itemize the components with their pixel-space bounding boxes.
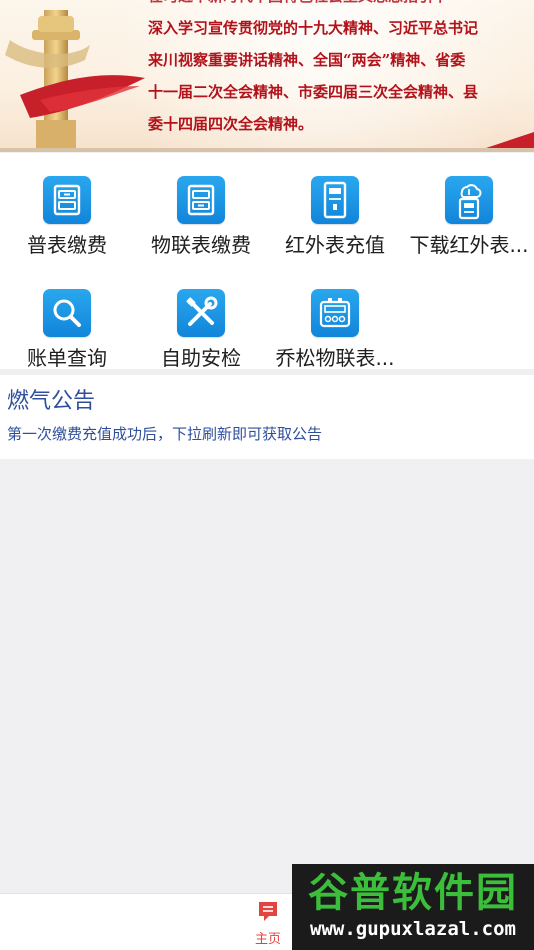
grid-item-label: 乔松物联表...	[275, 346, 395, 370]
banner-line: 深入学习宣传贯彻党的十九大精神、习近平总书记	[148, 19, 479, 37]
function-grid: 普表缴费 物联表缴费 红外表充值 下载红外表... 账单查询 自助安检 乔松物联…	[0, 153, 534, 370]
banner-line: 来川视察重要讲话精神、全国“两会”精神、省委	[148, 51, 466, 69]
banner-text: 在习近平新时代中国特色社会主义思想指引下 深入学习宣传贯彻党的十九大精神、习近平…	[148, 0, 528, 140]
tools-icon	[177, 289, 225, 337]
banner-line: 在习近平新时代中国特色社会主义思想指引下	[148, 0, 528, 12]
grid-item-label: 红外表充值	[285, 233, 385, 257]
cabinet-icon	[43, 176, 91, 224]
grid-item-regular-meter-payment[interactable]: 普表缴费	[0, 153, 134, 257]
grid-item-self-inspection[interactable]: 自助安检	[134, 266, 268, 370]
gas-meter-icon	[311, 289, 359, 337]
gas-notice-panel: 燃气公告 第一次缴费充值成功后，下拉刷新即可获取公告	[0, 375, 534, 459]
grid-item-label: 普表缴费	[27, 233, 107, 257]
notice-text: 第一次缴费充值成功后，下拉刷新即可获取公告	[7, 425, 323, 443]
watermark-logo: 谷普软件园 www.gupuxlazal.com	[292, 864, 534, 950]
grid-item-label: 物联表缴费	[151, 233, 251, 257]
banner-bottom-strip	[0, 148, 534, 152]
watermark-url: www.gupuxlazal.com	[310, 918, 516, 940]
iot-meter-icon	[177, 176, 225, 224]
notice-title: 燃气公告	[7, 389, 96, 414]
grid-item-iot-meter-payment[interactable]: 物联表缴费	[134, 153, 268, 257]
watermark-brand: 谷普软件园	[308, 870, 518, 916]
huabiao-column-graphic	[5, 10, 145, 152]
grid-item-label: 账单查询	[27, 346, 107, 370]
banner-image[interactable]: 在习近平新时代中国特色社会主义思想指引下 深入学习宣传贯彻党的十九大精神、习近平…	[0, 0, 534, 152]
grid-item-download-infrared-meter[interactable]: 下载红外表...	[402, 153, 534, 257]
banner-line: 十一届二次全会精神、市委四届三次全会精神、县	[148, 83, 479, 101]
infrared-meter-icon	[311, 176, 359, 224]
grid-item-label: 自助安检	[161, 346, 241, 370]
banner-line: 委十四届四次全会精神。	[148, 115, 314, 133]
grid-item-qiaosong-iot-meter[interactable]: 乔松物联表...	[268, 266, 402, 370]
grid-item-label: 下载红外表...	[409, 233, 529, 257]
nav-home-tab[interactable]: 主页	[248, 900, 288, 950]
nav-home-label: 主页	[254, 932, 281, 947]
cloud-download-meter-icon	[445, 176, 493, 224]
grid-item-infrared-meter-recharge[interactable]: 红外表充值	[268, 153, 402, 257]
home-message-icon	[259, 902, 277, 921]
search-icon	[43, 289, 91, 337]
grid-item-bill-query[interactable]: 账单查询	[0, 266, 134, 370]
